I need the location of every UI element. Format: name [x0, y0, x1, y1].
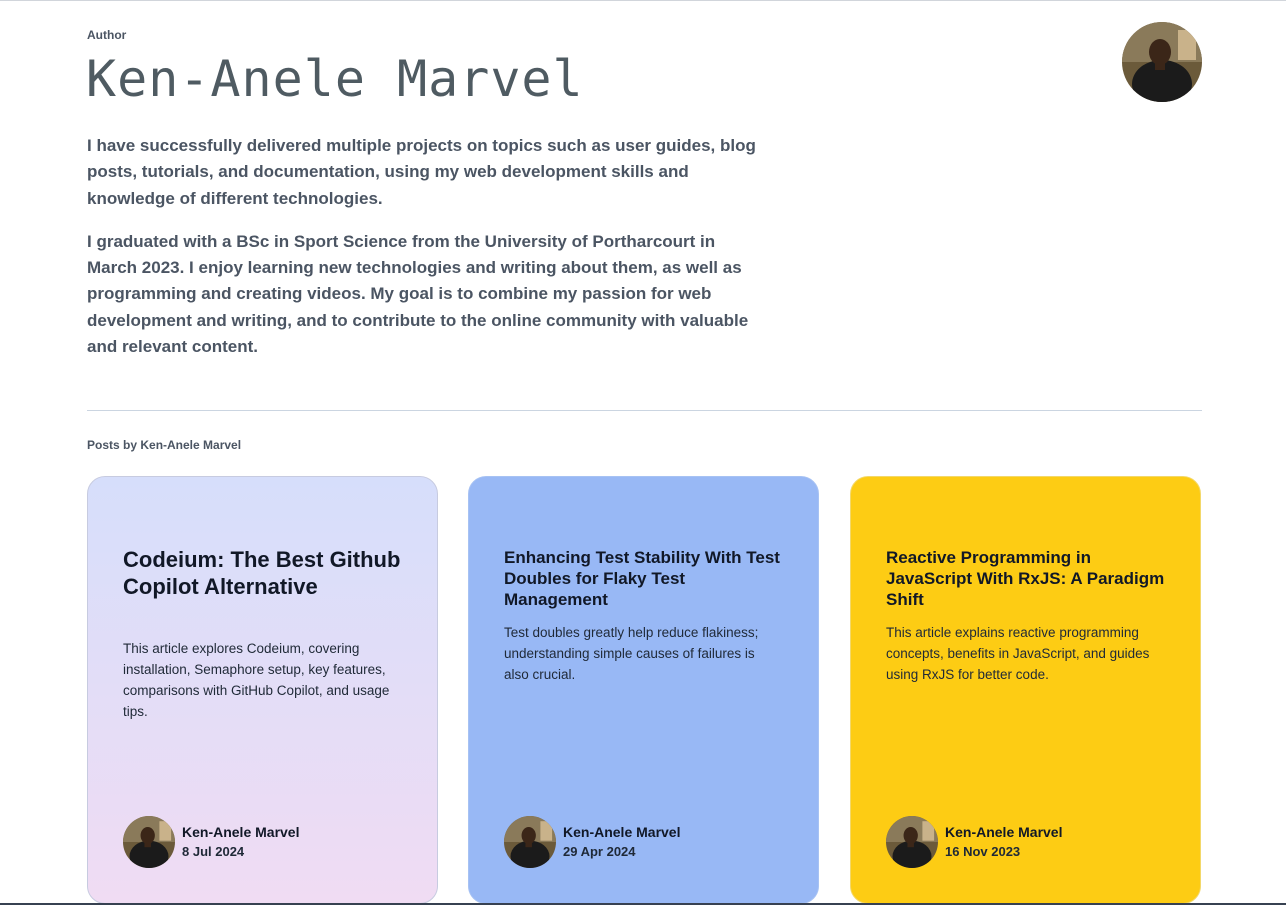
post-description: This article explores Codeium, covering … [123, 641, 390, 719]
author-photo-icon [886, 816, 938, 868]
post-title[interactable]: Enhancing Test Stability With Test Doubl… [504, 547, 789, 610]
post-author-avatar [123, 816, 175, 868]
post-title[interactable]: Reactive Programming in JavaScript With … [886, 547, 1171, 610]
author-name: Ken-Anele Marvel [86, 50, 584, 108]
top-border [0, 0, 1286, 1]
section-divider [87, 410, 1202, 411]
author-photo-icon [1122, 22, 1202, 102]
post-date: 16 Nov 2023 [945, 843, 1021, 859]
post-title[interactable]: Codeium: The Best Github Copilot Alterna… [123, 547, 408, 600]
post-author-avatar [504, 816, 556, 868]
author-label: Author [87, 28, 127, 42]
author-photo-icon [123, 816, 175, 868]
post-card[interactable]: Codeium: The Best Github Copilot Alterna… [87, 476, 438, 904]
post-author: Ken-Anele Marvel 16 Nov 2023 [886, 816, 1062, 868]
post-author-name: Ken-Anele Marvel [182, 823, 300, 840]
author-avatar [1122, 22, 1202, 102]
post-description: This article explains reactive programmi… [886, 625, 1150, 682]
post-author: Ken-Anele Marvel 8 Jul 2024 [123, 816, 299, 868]
author-photo-icon [504, 816, 556, 868]
bio-paragraph: I have successfully delivered multiple p… [87, 136, 756, 208]
post-author: Ken-Anele Marvel 29 Apr 2024 [504, 816, 680, 868]
post-author-name: Ken-Anele Marvel [945, 823, 1063, 840]
posts-section-label: Posts by Ken-Anele Marvel [87, 438, 242, 452]
post-author-avatar [886, 816, 938, 868]
post-description: Test doubles greatly help reduce flakine… [504, 625, 759, 682]
post-date: 8 Jul 2024 [182, 843, 245, 859]
post-author-name: Ken-Anele Marvel [563, 823, 681, 840]
post-card[interactable]: Enhancing Test Stability With Test Doubl… [468, 476, 819, 904]
author-bio: I have successfully delivered multiple p… [87, 133, 757, 377]
bio-paragraph: I graduated with a BSc in Sport Science … [87, 231, 749, 357]
post-date: 29 Apr 2024 [563, 843, 636, 859]
post-card[interactable]: Reactive Programming in JavaScript With … [850, 476, 1201, 904]
